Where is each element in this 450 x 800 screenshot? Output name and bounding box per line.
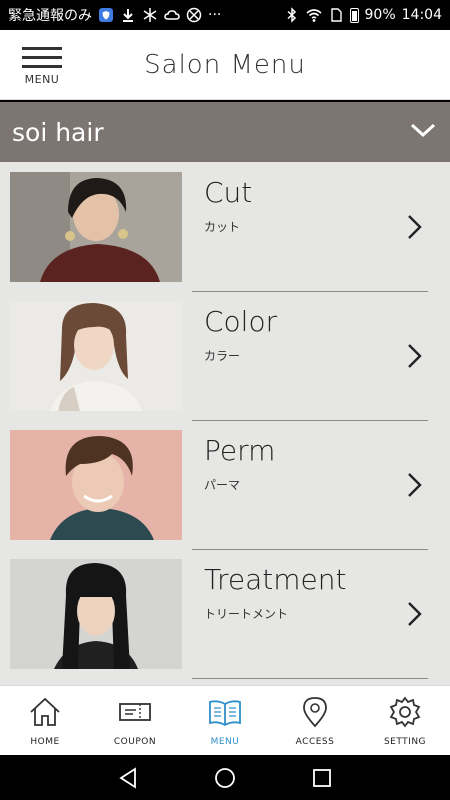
chevron-down-icon (408, 115, 438, 149)
chevron-right-icon (404, 341, 426, 371)
menu-item-title: Treatment (204, 563, 347, 596)
cloud-icon (164, 7, 180, 23)
sim-slot-icon (328, 7, 344, 23)
bottom-nav: HOME COUPON MENU ACCESS SETTING (0, 685, 450, 755)
menu-button-label: MENU (24, 72, 60, 86)
menu-item-title: Cut (204, 176, 253, 209)
menu-list: Cut カット Color カラー Perm パーマ Treatment トリー… (0, 162, 450, 685)
map-pin-icon (298, 695, 332, 733)
menu-item-cut[interactable]: Cut カット (0, 162, 450, 292)
battery-percent: 90% (364, 7, 396, 23)
home-icon (28, 695, 62, 733)
wifi-icon (305, 7, 322, 23)
book-icon (208, 695, 242, 733)
nav-label: ACCESS (295, 736, 335, 747)
menu-item-treatment[interactable]: Treatment トリートメント (0, 549, 450, 679)
coupon-icon (118, 695, 152, 733)
download-icon (120, 7, 136, 23)
status-bar: 緊急通報のみ ··· 90% 14:04 (0, 0, 450, 30)
menu-item-subtitle: カラー (204, 349, 241, 363)
carrier-text: 緊急通報のみ (8, 8, 92, 24)
perm-photo (10, 430, 182, 540)
bluetooth-icon (284, 7, 300, 23)
nav-setting[interactable]: SETTING (360, 686, 450, 755)
hamburger-menu-button[interactable]: MENU (12, 37, 72, 93)
chevron-right-icon (404, 470, 426, 500)
more-indicator: ··· (208, 7, 222, 23)
menu-item-title: Perm (204, 434, 276, 467)
recents-button[interactable] (307, 763, 337, 793)
nav-label: SETTING (383, 736, 427, 747)
hamburger-icon-bar (22, 64, 62, 68)
menu-item-subtitle: パーマ (204, 478, 241, 492)
salon-name: soi hair (12, 117, 104, 147)
cut-photo (10, 172, 182, 282)
system-nav-bar (0, 755, 450, 800)
hamburger-icon (22, 46, 62, 50)
menu-item-subtitle: トリートメント (204, 607, 289, 621)
gear-icon (388, 695, 422, 733)
home-button[interactable] (210, 763, 240, 793)
salon-selector[interactable]: soi hair (0, 102, 450, 162)
divider (192, 678, 428, 679)
hamburger-icon-bar (22, 55, 62, 59)
back-icon (119, 766, 137, 789)
chevron-right-icon (404, 212, 426, 242)
menu-item-perm[interactable]: Perm パーマ (0, 420, 450, 550)
treatment-photo (10, 559, 182, 669)
snowflake-icon (142, 7, 158, 23)
chevron-right-icon (404, 599, 426, 629)
square-recents-icon (312, 768, 331, 787)
battery-icon (349, 7, 359, 23)
nav-access[interactable]: ACCESS (270, 686, 360, 755)
menu-item-color[interactable]: Color カラー (0, 291, 450, 421)
nav-coupon[interactable]: COUPON (90, 686, 180, 755)
clock: 14:04 (401, 7, 442, 23)
menu-item-subtitle: カット (204, 220, 241, 234)
shield-icon (98, 7, 114, 23)
menu-item-title: Color (204, 305, 278, 338)
nav-label: COUPON (113, 736, 157, 747)
color-photo (10, 301, 182, 411)
back-button[interactable] (113, 763, 143, 793)
nav-label: HOME (30, 736, 60, 747)
nav-menu[interactable]: MENU (180, 686, 270, 755)
circle-home-icon (215, 767, 235, 788)
nav-label: MENU (210, 736, 240, 747)
nav-home[interactable]: HOME (0, 686, 90, 755)
no-sim-icon (186, 7, 202, 23)
app-header: MENU Salon Menu (0, 30, 450, 100)
